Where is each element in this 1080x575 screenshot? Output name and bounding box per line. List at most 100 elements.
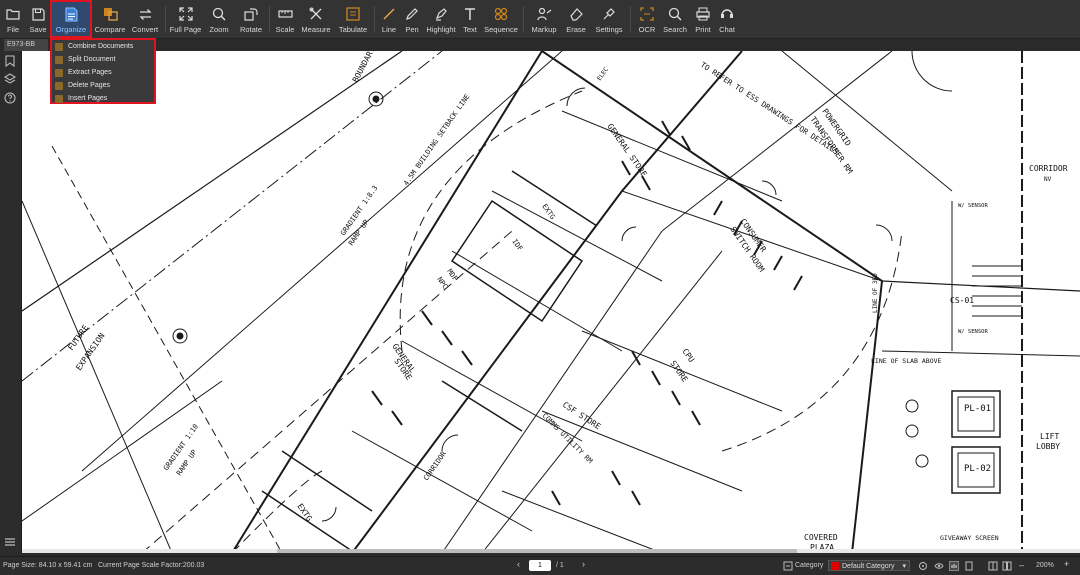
scale-button[interactable]: Scale: [273, 0, 297, 38]
search-icon: [666, 6, 684, 22]
pen-icon: [403, 6, 421, 22]
measure-icon: [307, 6, 325, 22]
double-page-icon[interactable]: [1002, 561, 1012, 571]
line-button[interactable]: Line: [378, 0, 400, 38]
sequence-button[interactable]: Sequence: [482, 0, 520, 38]
drawing-label-cs: CS-01: [950, 296, 974, 305]
menu-item-label: Combine Documents: [68, 43, 134, 50]
text-button[interactable]: Text: [458, 0, 482, 38]
document-tab[interactable]: E973-BB: [4, 39, 48, 51]
scrollbar-thumb[interactable]: [277, 549, 797, 553]
zoom-in-icon[interactable]: +: [1064, 559, 1069, 569]
page-total-text: / 1: [556, 562, 564, 569]
ocr-label: OCR: [638, 25, 656, 34]
eye-icon[interactable]: [934, 561, 944, 571]
save-button[interactable]: Save: [26, 0, 50, 38]
zoom-button[interactable]: Zoom: [202, 0, 236, 38]
zoom-target-icon[interactable]: [918, 561, 928, 571]
grid-view-icon[interactable]: [988, 561, 998, 571]
ocr-button[interactable]: OCR: [634, 0, 660, 38]
drawing-label-line-of-3rd: LINE OF 3RD: [872, 273, 879, 313]
next-page-icon[interactable]: ›: [582, 559, 585, 569]
zoom-out-icon[interactable]: –: [1019, 560, 1024, 570]
bookmark-icon[interactable]: [4, 54, 16, 68]
horizontal-scrollbar[interactable]: [22, 549, 1080, 553]
drawing-label-setback: 4.5M BUILDING SETBACK LINE: [402, 93, 471, 187]
help-icon[interactable]: [4, 91, 16, 104]
zoom-level-text[interactable]: 200%: [1036, 562, 1054, 569]
category-color-swatch: [831, 562, 839, 571]
toolbar-divider: [630, 6, 631, 32]
settings-label: Settings: [595, 25, 623, 34]
category-icon: [783, 561, 793, 571]
menu-icon[interactable]: [4, 535, 16, 547]
print-button[interactable]: Print: [690, 0, 716, 38]
toolbar-divider: [269, 6, 270, 32]
prev-page-icon[interactable]: ‹: [517, 559, 520, 569]
menu-item-split-document[interactable]: Split Document: [52, 53, 154, 66]
menu-item-label: Insert Pages: [68, 95, 108, 102]
convert-button[interactable]: Convert: [128, 0, 162, 38]
erase-label: Erase: [566, 25, 586, 34]
organize-button[interactable]: Organize: [50, 0, 92, 38]
drawing-label-cpu-store: STORE: [668, 359, 689, 384]
toolbar-divider: [374, 6, 375, 32]
full-page-button[interactable]: Full Page: [169, 0, 202, 38]
search-button[interactable]: Search: [660, 0, 690, 38]
text-icon: [461, 6, 479, 22]
drawing-label-lobby: LOBBY: [1036, 442, 1060, 451]
convert-label: Convert: [131, 25, 159, 34]
markup-button[interactable]: Markup: [527, 0, 561, 38]
extract-icon: [55, 68, 63, 77]
menu-item-label: Extract Pages: [68, 69, 112, 76]
hand-tool-icon[interactable]: [949, 561, 959, 571]
compare-button[interactable]: Compare: [92, 0, 128, 38]
drawing-label-mdf: MDF: [445, 268, 459, 283]
chat-button[interactable]: Chat: [716, 0, 738, 38]
drawing-canvas[interactable]: BOUNDARY 4.5M BUILDING SETBACK LINE GRAD…: [22, 51, 1080, 553]
menu-item-extract-pages[interactable]: Extract Pages: [52, 66, 154, 79]
menu-item-combine-documents[interactable]: Combine Documents: [52, 40, 154, 53]
drawing-label-npc: NPC: [435, 276, 449, 291]
line-label: Line: [381, 25, 397, 34]
pen-button[interactable]: Pen: [400, 0, 424, 38]
markup-label: Markup: [531, 25, 557, 34]
page-number-input[interactable]: 1: [529, 560, 551, 571]
tabulate-button[interactable]: Tabulate: [335, 0, 371, 38]
delete-icon: [55, 81, 63, 90]
file-button[interactable]: File: [0, 0, 26, 38]
drawing-label-nv: NV: [1044, 176, 1052, 183]
drawing-label-corridor-right: CORRIDOR: [1029, 164, 1068, 173]
markup-icon: [535, 6, 553, 22]
tabulate-label: Tabulate: [338, 25, 368, 34]
erase-button[interactable]: Erase: [561, 0, 591, 38]
measure-button[interactable]: Measure: [297, 0, 335, 38]
ocr-icon: [638, 6, 656, 22]
menu-item-delete-pages[interactable]: Delete Pages: [52, 79, 154, 92]
drawing-label-giveaway: GIVEAWAY SCREEN: [940, 534, 999, 542]
full-page-label: Full Page: [169, 25, 202, 34]
drawing-label-cpu: CPU: [680, 347, 696, 364]
settings-icon: [600, 6, 618, 22]
rotate-button[interactable]: Rotate: [236, 0, 266, 38]
menu-item-insert-pages[interactable]: Insert Pages: [52, 92, 154, 105]
single-page-icon[interactable]: [964, 561, 974, 571]
layers-icon[interactable]: [3, 72, 17, 84]
insert-icon: [55, 94, 63, 103]
file-label: File: [6, 25, 20, 34]
settings-button[interactable]: Settings: [591, 0, 627, 38]
tabulate-icon: [344, 6, 362, 22]
category-value: Default Category: [842, 563, 895, 570]
highlight-button[interactable]: Highlight: [424, 0, 458, 38]
organize-menu: Combine Documents Split Document Extract…: [50, 38, 156, 104]
search-label: Search: [663, 25, 687, 34]
left-sidebar: [0, 51, 22, 553]
organize-label: Organize: [55, 25, 87, 34]
document-tab-strip: E973-BB: [0, 39, 1080, 51]
sequence-icon: [492, 6, 510, 22]
category-select[interactable]: Default Category ▾: [828, 560, 910, 571]
drawing-label-lift: LIFT: [1040, 432, 1059, 441]
measure-label: Measure: [301, 25, 331, 34]
zoom-label: Zoom: [209, 25, 229, 34]
menu-item-label: Split Document: [68, 56, 116, 63]
